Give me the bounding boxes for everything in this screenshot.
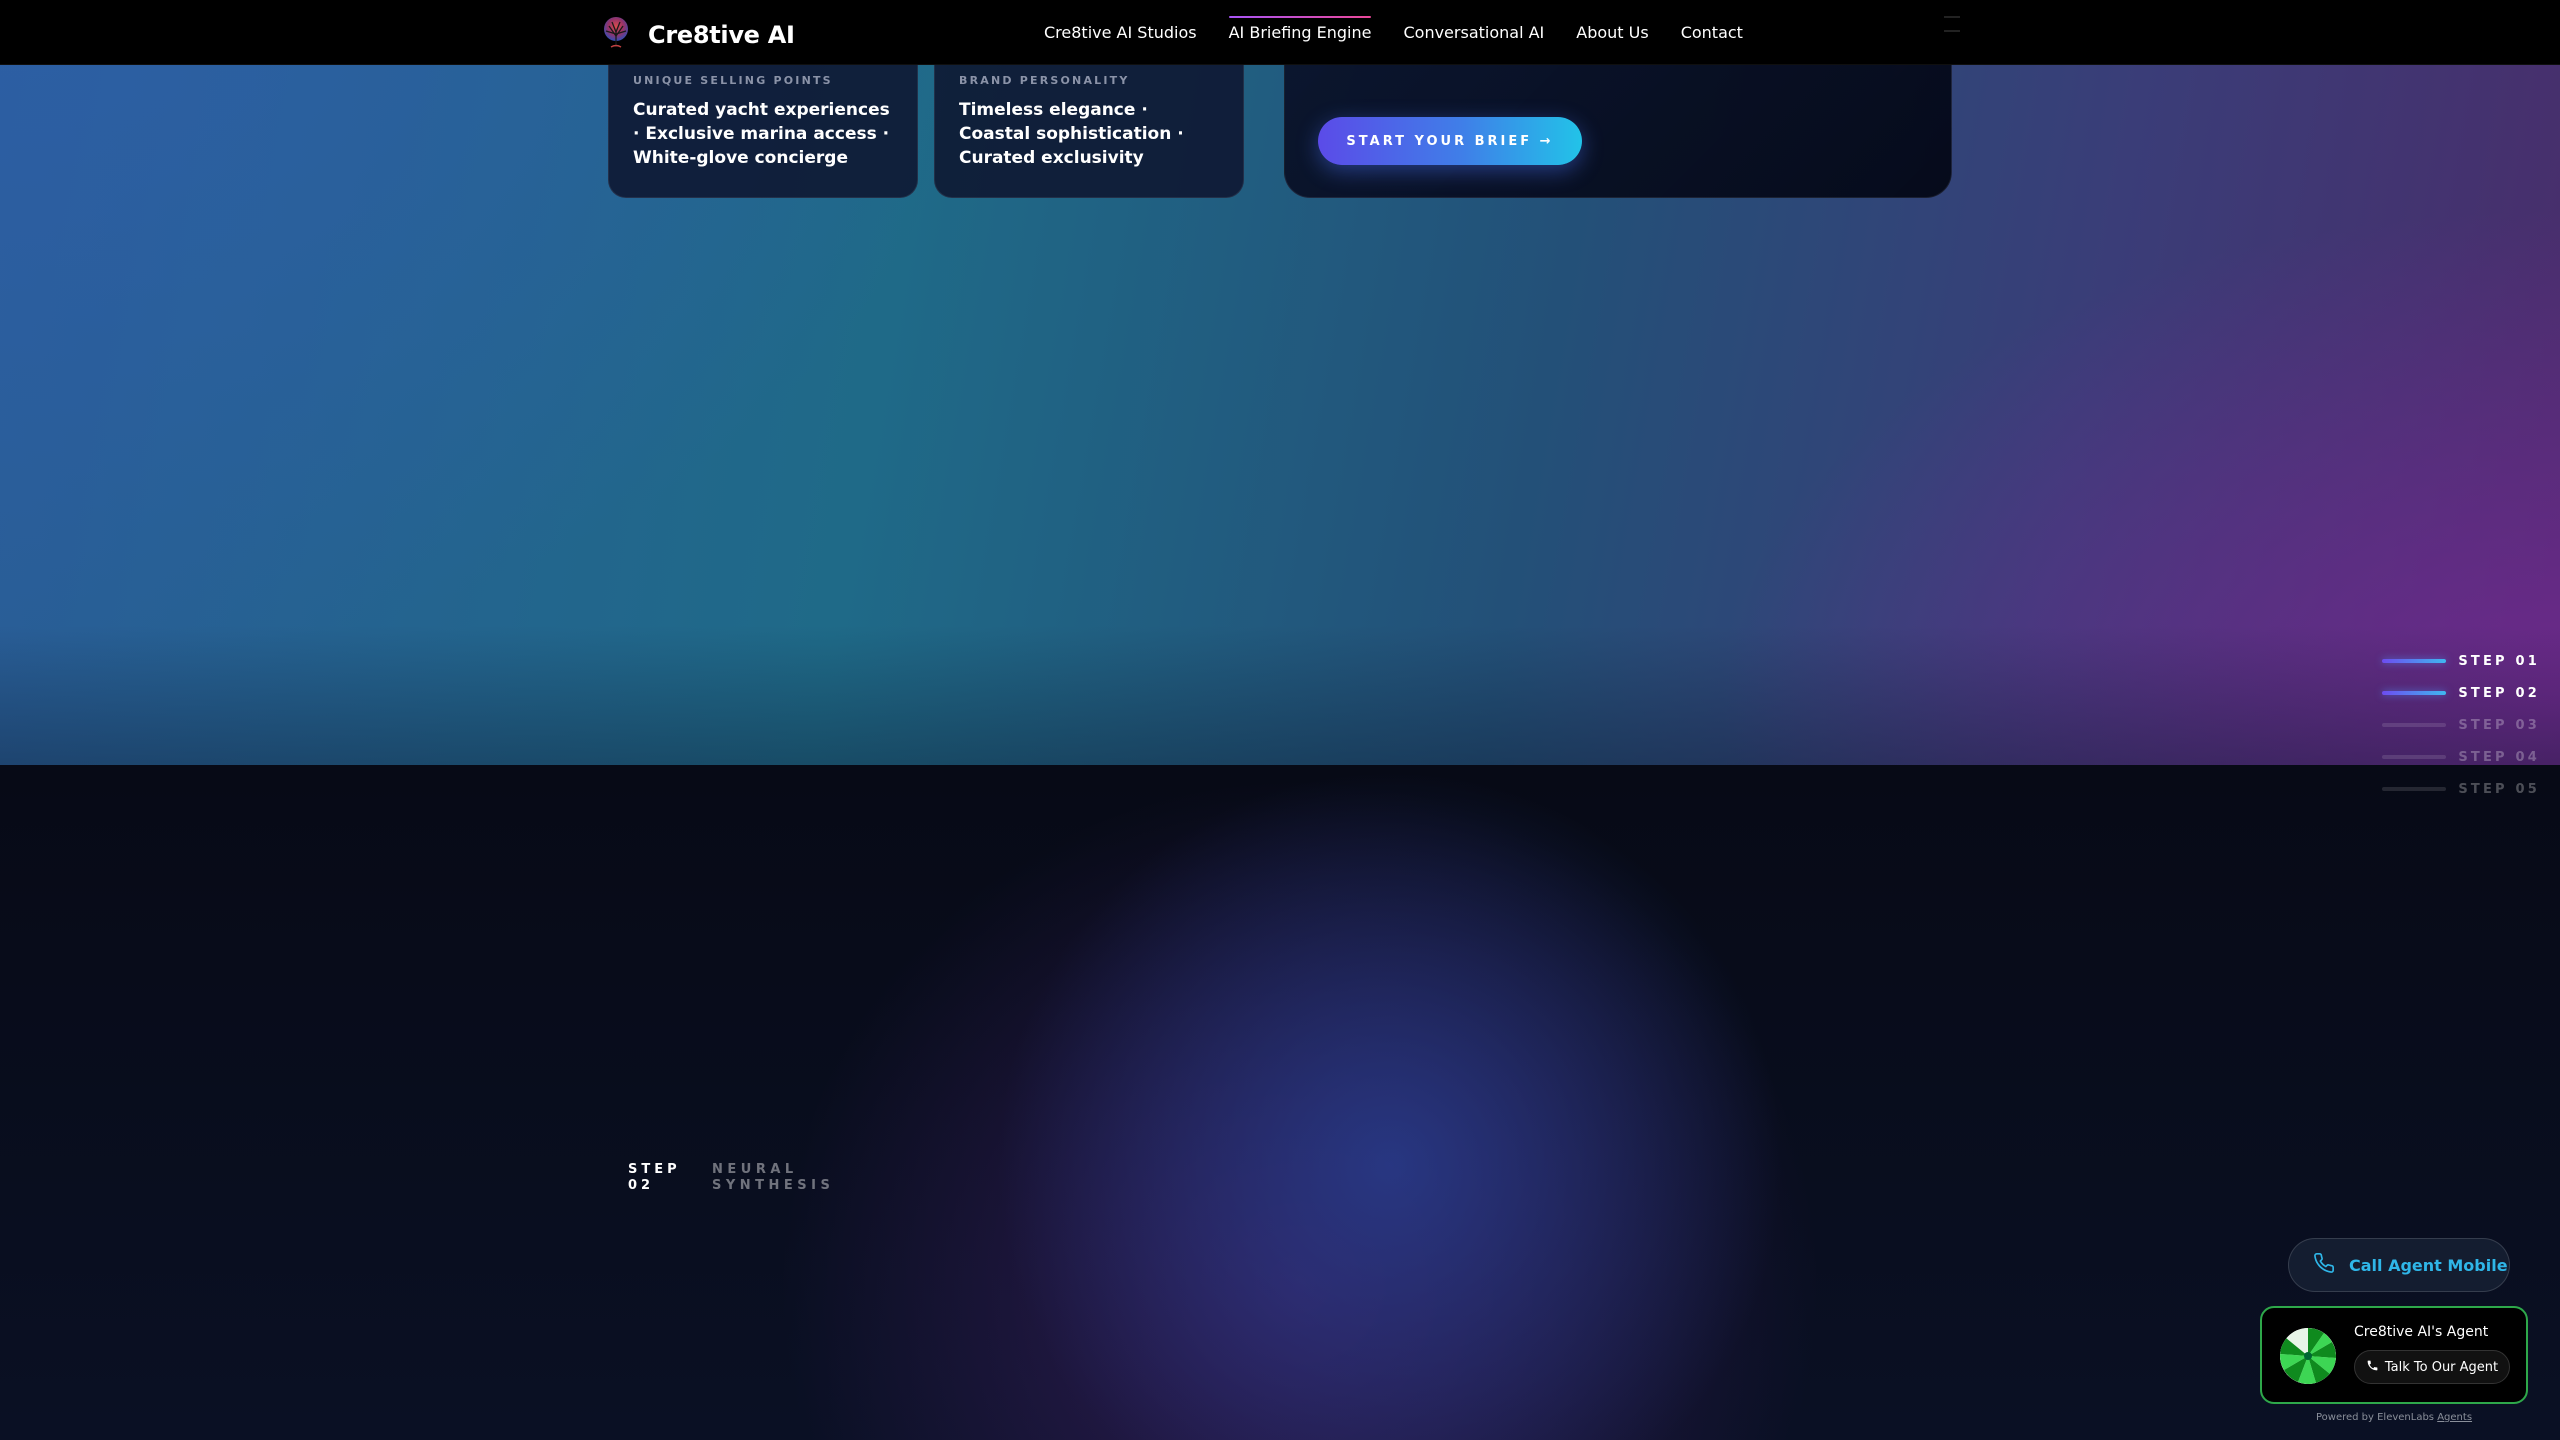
step-indicator-02[interactable]: STEP 02	[2380, 677, 2540, 709]
section-background	[0, 765, 2560, 1440]
brand-home-link[interactable]: Cre8tive AI	[598, 14, 795, 55]
step-indicator-01[interactable]: STEP 01	[2380, 645, 2540, 677]
step-indicator-04[interactable]: STEP 04	[2380, 741, 2540, 773]
powered-by-text: Powered by ElevenLabs	[2315, 1412, 2435, 1423]
phone-solid-icon	[2366, 1359, 2379, 1376]
step-indicator-03[interactable]: STEP 03	[2380, 709, 2540, 741]
main-nav: Cre8tive AI Studios AI Briefing Engine C…	[1044, 0, 1743, 64]
nav-link-about[interactable]: About Us	[1576, 19, 1648, 46]
brief-cta-panel: START YOUR BRIEF →	[1284, 50, 1952, 198]
step-label: STEP 03	[2458, 717, 2540, 733]
menu-icon[interactable]	[1944, 16, 1960, 32]
nav-link-briefing-engine[interactable]: AI Briefing Engine	[1228, 15, 1371, 46]
talk-to-agent-button[interactable]: Talk To Our Agent	[2354, 1350, 2510, 1384]
step-bar	[2382, 659, 2447, 663]
hero-background	[0, 0, 2560, 765]
usp-card-label: UNIQUE SELLING POINTS	[633, 74, 833, 87]
navbar: Cre8tive AI Cre8tive AI Studios AI Brief…	[0, 0, 2560, 65]
brand-personality-label: BRAND PERSONALITY	[959, 74, 1130, 87]
nav-link-studios[interactable]: Cre8tive AI Studios	[1044, 19, 1197, 46]
usp-card-value: Curated yacht experiences · Exclusive ma…	[633, 100, 890, 168]
agent-widget: Cre8tive AI's Agent Talk To Our Agent	[2260, 1306, 2528, 1404]
usp-card: UNIQUE SELLING POINTS Curated yacht expe…	[608, 50, 918, 198]
brand-name: Cre8tive AI	[648, 20, 795, 49]
section-step-name: NEURAL SYNTHESIS	[712, 1162, 852, 1194]
step-bar	[2382, 755, 2447, 759]
step-label: STEP 05	[2458, 781, 2540, 797]
page: Cre8tive AI Cre8tive AI Studios AI Brief…	[0, 0, 2560, 1440]
call-agent-mobile-button[interactable]: Call Agent Mobile	[2288, 1238, 2510, 1292]
powered-by-note: Powered by ElevenLabs Agents	[2260, 1412, 2528, 1423]
step-label: STEP 02	[2458, 685, 2540, 701]
section-step-number: STEP 02	[628, 1162, 682, 1194]
step-progress: STEP 01 STEP 02 STEP 03 STEP 04 STEP 05	[2380, 645, 2540, 805]
step-label: STEP 01	[2458, 653, 2540, 669]
tree-logo-icon	[598, 14, 634, 55]
step-bar	[2382, 691, 2447, 695]
step-label: STEP 04	[2458, 749, 2540, 765]
section-step-heading: STEP 02 NEURAL SYNTHESIS	[628, 1162, 852, 1194]
step-bar	[2382, 787, 2447, 791]
step-indicator-05[interactable]: STEP 05	[2380, 773, 2540, 805]
section-step-name-line1: NEURAL	[712, 1162, 798, 1177]
green-swirl-avatar	[2280, 1328, 2336, 1384]
agent-name: Cre8tive AI's Agent	[2354, 1324, 2489, 1340]
step-bar	[2382, 723, 2447, 727]
section-step-name-line2: SYNTHESIS	[712, 1178, 835, 1193]
brand-personality-value: Timeless elegance · Coastal sophisticati…	[959, 100, 1184, 168]
nav-link-conversational-ai[interactable]: Conversational AI	[1403, 19, 1544, 46]
brand-personality-card: BRAND PERSONALITY Timeless elegance · Co…	[934, 50, 1244, 198]
phone-outline-icon	[2313, 1252, 2335, 1279]
powered-by-agents-link[interactable]: Agents	[2437, 1412, 2472, 1423]
call-agent-mobile-label: Call Agent Mobile	[2349, 1255, 2508, 1275]
section-step-digits: 02	[628, 1178, 655, 1193]
talk-to-agent-label: Talk To Our Agent	[2384, 1359, 2499, 1375]
section-step-word: STEP	[628, 1162, 681, 1177]
start-brief-button[interactable]: START YOUR BRIEF →	[1318, 117, 1582, 165]
nav-link-contact[interactable]: Contact	[1681, 19, 1743, 46]
